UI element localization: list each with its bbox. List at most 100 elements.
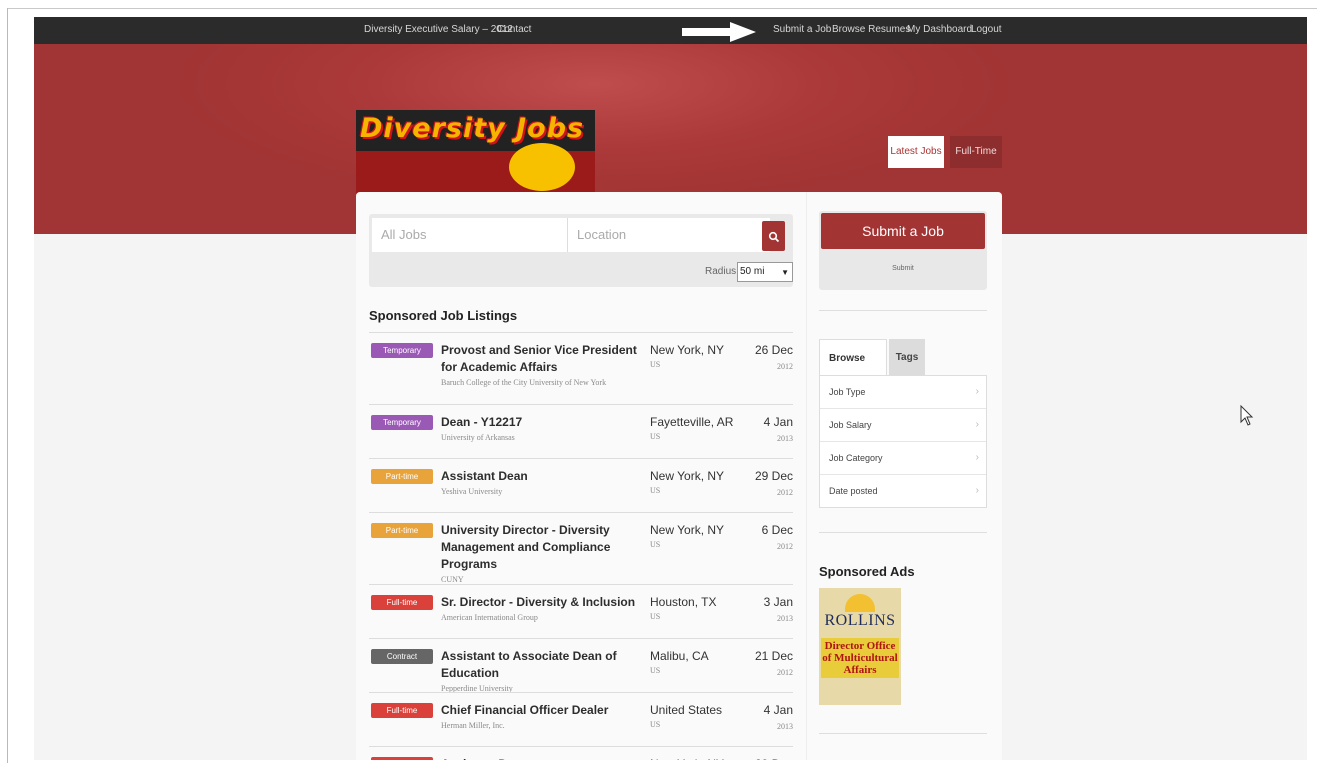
submit-panel: Submit a Job Submit <box>819 211 987 290</box>
job-company: Baruch College of the City University of… <box>441 378 607 387</box>
job-location: New York, NY <box>650 469 725 483</box>
job-company: Herman Miller, Inc. <box>441 721 505 730</box>
browse-item-label: Job Category <box>829 453 883 463</box>
job-country: US <box>650 486 661 495</box>
chevron-right-icon: › <box>975 452 979 463</box>
job-date: 21 Dec <box>754 649 793 663</box>
chevron-right-icon: › <box>975 419 979 430</box>
job-row[interactable]: Contract Assistant to Associate Dean of E… <box>369 638 793 693</box>
browse-item[interactable]: Job Type › <box>820 376 986 408</box>
job-date: 6 Dec <box>761 523 793 537</box>
job-title[interactable]: University Director - Diversity Manageme… <box>441 522 646 587</box>
job-location: New York, NY <box>650 756 724 760</box>
job-country: US <box>650 432 661 441</box>
job-title[interactable]: Provost and Senior Vice President for Ac… <box>441 342 646 390</box>
mouse-cursor-icon <box>1240 405 1254 426</box>
job-title[interactable]: Assistant Dean Yeshiva University <box>441 468 646 499</box>
job-title[interactable]: Chief Financial Officer Dealer Herman Mil… <box>441 702 646 733</box>
divider <box>819 532 987 533</box>
job-title[interactable]: Assistant Dean <box>441 756 646 760</box>
browse-item-label: Date posted <box>829 486 878 496</box>
arrow-icon <box>682 22 756 42</box>
main-card: All Jobs Location Radius: 50 mi ▼ Sponso… <box>356 192 1002 760</box>
browse-item[interactable]: Job Salary › <box>820 408 986 441</box>
chevron-right-icon: › <box>975 386 979 397</box>
browse-tabs: Browse by... Tags <box>819 339 987 402</box>
tab-browse-by[interactable]: Browse by... <box>819 339 887 402</box>
location-input[interactable]: Location <box>567 218 770 252</box>
job-type-badge: Full-time <box>371 595 433 610</box>
job-country: US <box>650 360 661 369</box>
browse-item[interactable]: Date posted › <box>820 474 986 507</box>
job-date: 4 Jan <box>763 703 793 717</box>
nav-link-contact[interactable]: Contact <box>497 24 531 35</box>
radius-select[interactable]: 50 mi ▼ <box>737 262 793 282</box>
job-location: Malibu, CA <box>650 649 709 663</box>
job-country: US <box>650 666 661 675</box>
job-year: 2012 <box>777 488 793 497</box>
submit-sublabel: Submit <box>892 265 914 272</box>
column-divider <box>806 192 807 760</box>
nav-link-my-dashboard[interactable]: My Dashboard <box>907 24 972 35</box>
nav-link-logout[interactable]: Logout <box>971 24 1002 35</box>
tab-latest-jobs[interactable]: Latest Jobs <box>888 136 944 168</box>
ad-text: Director Office of Multicultural Affairs <box>821 638 899 678</box>
site-logo[interactable]: Diversity Jobs <box>356 110 595 194</box>
tab-full-time[interactable]: Full-Time <box>950 136 1002 168</box>
chevron-right-icon: › <box>975 485 979 496</box>
job-year: 2013 <box>777 722 793 731</box>
radius-label: Radius: <box>705 266 739 277</box>
job-location: Fayetteville, AR <box>650 415 734 429</box>
window-border-top <box>7 8 1317 9</box>
nav-link-submit-job[interactable]: Submit a Job <box>773 24 831 35</box>
keywords-input[interactable]: All Jobs <box>372 218 574 252</box>
job-row[interactable]: Part-time Assistant Dean Yeshiva Universit… <box>369 458 793 512</box>
job-country: US <box>650 540 661 549</box>
job-year: 2012 <box>777 668 793 677</box>
radius-value: 50 mi <box>740 266 765 277</box>
search-panel: All Jobs Location Radius: 50 mi ▼ <box>369 214 793 287</box>
job-row[interactable]: Temporary Provost and Senior Vice Preside… <box>369 332 793 404</box>
job-title[interactable]: Dean - Y12217 University of Arkansas <box>441 414 646 445</box>
job-year: 2012 <box>777 362 793 371</box>
job-row[interactable]: Full-time Chief Financial Officer Dealer H… <box>369 692 793 746</box>
job-type-badge: Full-time <box>371 757 433 760</box>
job-list: Temporary Provost and Senior Vice Preside… <box>369 332 793 760</box>
browse-item[interactable]: Job Category › <box>820 441 986 474</box>
job-title[interactable]: Sr. Director - Diversity & Inclusion Amer… <box>441 594 646 625</box>
job-row[interactable]: Part-time University Director - Diversity… <box>369 512 793 584</box>
job-year: 2013 <box>777 614 793 623</box>
job-title[interactable]: Assistant to Associate Dean of Education… <box>441 648 646 696</box>
job-row[interactable]: Temporary Dean - Y12217 University of Arka… <box>369 404 793 458</box>
nav-link-salary[interactable]: Diversity Executive Salary – 2012 <box>364 24 513 35</box>
search-button[interactable] <box>762 221 785 251</box>
nav-link-browse-resumes[interactable]: Browse Resumes <box>832 24 910 35</box>
logo-text: Diversity Jobs <box>360 113 585 144</box>
logo-oval <box>509 143 575 191</box>
search-icon <box>768 231 779 242</box>
job-company: American International Group <box>441 613 538 622</box>
sponsored-ad-rollins[interactable]: ROLLINS Director Office of Multicultural… <box>819 588 901 705</box>
job-date: 4 Jan <box>763 415 793 429</box>
job-row[interactable]: Full-time Assistant Dean New York, NY 29 De… <box>369 746 793 760</box>
browse-list: Job Type › Job Salary › Job Category › Date po… <box>819 375 987 508</box>
job-year: 2013 <box>777 434 793 443</box>
job-date: 29 Dec <box>755 756 793 760</box>
job-type-badge: Part-time <box>371 523 433 538</box>
job-type-badge: Temporary <box>371 343 433 358</box>
listings-title: Sponsored Job Listings <box>369 308 518 323</box>
job-date: 26 Dec <box>754 343 793 357</box>
divider <box>819 733 987 734</box>
sun-logo-icon <box>845 594 875 612</box>
job-location: New York, NY <box>650 523 725 537</box>
job-year: 2012 <box>777 542 793 551</box>
window-border-left <box>7 8 8 763</box>
submit-job-button[interactable]: Submit a Job <box>821 213 985 249</box>
tab-tags[interactable]: Tags <box>889 339 925 375</box>
sponsored-ads-title: Sponsored Ads <box>819 564 915 579</box>
job-location: New York, NY <box>650 343 725 357</box>
job-date: 3 Jan <box>763 595 793 609</box>
page: Diversity Executive Salary – 2012 Contac… <box>34 17 1307 760</box>
job-type-badge: Part-time <box>371 469 433 484</box>
job-row[interactable]: Full-time Sr. Director - Diversity & Incl… <box>369 584 793 638</box>
